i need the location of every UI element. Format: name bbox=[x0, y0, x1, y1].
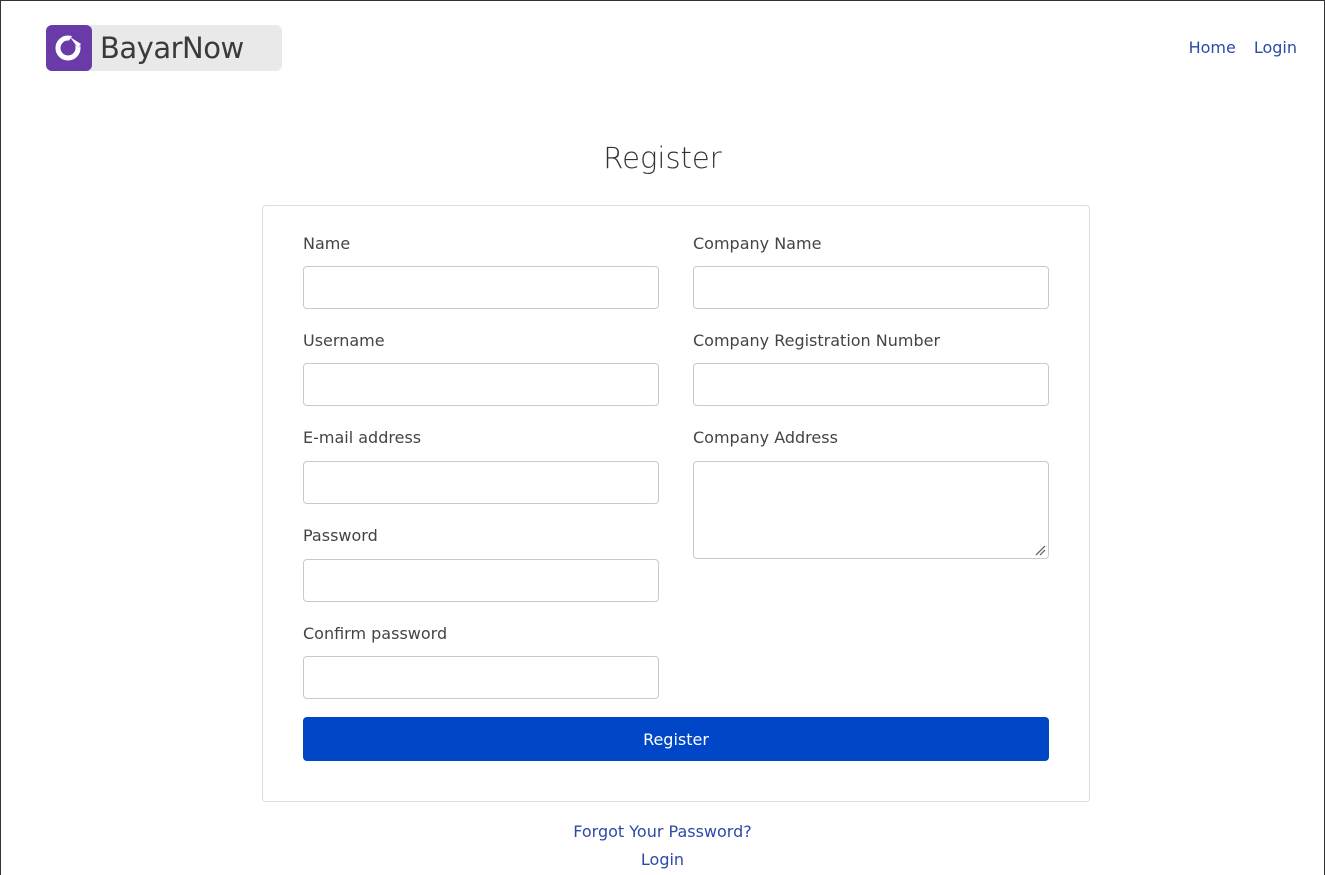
company-name-input[interactable] bbox=[693, 266, 1049, 309]
password-input[interactable] bbox=[303, 559, 659, 602]
company-reg-number-input[interactable] bbox=[693, 363, 1049, 406]
username-label: Username bbox=[303, 331, 385, 350]
brand-logo[interactable]: BayarNow bbox=[46, 25, 282, 71]
confirm-password-label: Confirm password bbox=[303, 624, 448, 643]
company-address-textarea[interactable] bbox=[693, 461, 1049, 559]
company-address-label: Company Address bbox=[693, 428, 838, 447]
top-nav: Home Login bbox=[1189, 38, 1297, 57]
email-label: E-mail address bbox=[303, 428, 422, 447]
password-label: Password bbox=[303, 526, 378, 545]
name-label: Name bbox=[303, 234, 351, 253]
brand-name: BayarNow bbox=[100, 31, 244, 65]
logo-mark-icon bbox=[46, 25, 92, 71]
company-name-label: Company Name bbox=[693, 234, 822, 253]
nav-home-link[interactable]: Home bbox=[1189, 38, 1236, 57]
nav-login-link[interactable]: Login bbox=[1254, 38, 1297, 57]
register-card: Name Username E-mail address Password Co… bbox=[262, 205, 1090, 802]
username-input[interactable] bbox=[303, 363, 659, 406]
email-input[interactable] bbox=[303, 461, 659, 504]
register-button[interactable]: Register bbox=[303, 717, 1049, 761]
confirm-password-input[interactable] bbox=[303, 656, 659, 699]
name-input[interactable] bbox=[303, 266, 659, 309]
page-title: Register bbox=[603, 141, 722, 175]
login-link[interactable]: Login bbox=[0, 850, 1325, 869]
company-reg-number-label: Company Registration Number bbox=[693, 331, 941, 350]
resize-handle-icon[interactable] bbox=[1034, 544, 1046, 556]
forgot-password-link[interactable]: Forgot Your Password? bbox=[0, 822, 1325, 841]
